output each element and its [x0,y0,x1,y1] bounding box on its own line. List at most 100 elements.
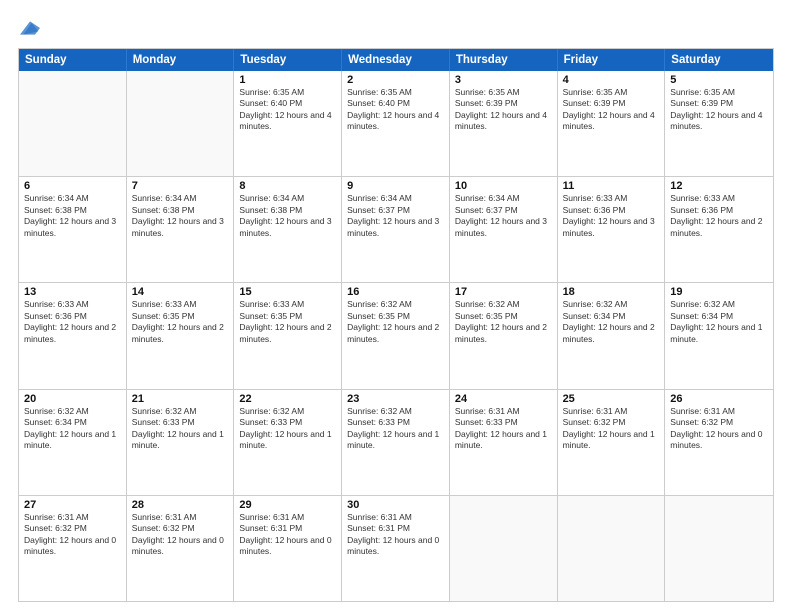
cal-cell-0-4: 3Sunrise: 6:35 AM Sunset: 6:39 PM Daylig… [450,71,558,176]
cal-header-friday: Friday [558,49,666,71]
day-number: 29 [239,499,336,511]
day-info: Sunrise: 6:34 AM Sunset: 6:38 PM Dayligh… [24,193,121,239]
day-number: 18 [563,286,660,298]
day-info: Sunrise: 6:31 AM Sunset: 6:31 PM Dayligh… [347,512,444,558]
cal-header-wednesday: Wednesday [342,49,450,71]
day-number: 30 [347,499,444,511]
day-info: Sunrise: 6:33 AM Sunset: 6:36 PM Dayligh… [24,299,121,345]
day-number: 7 [132,180,229,192]
day-info: Sunrise: 6:33 AM Sunset: 6:36 PM Dayligh… [563,193,660,239]
day-number: 15 [239,286,336,298]
header [18,18,774,38]
cal-cell-3-5: 25Sunrise: 6:31 AM Sunset: 6:32 PM Dayli… [558,390,666,495]
cal-cell-0-1 [127,71,235,176]
cal-cell-4-0: 27Sunrise: 6:31 AM Sunset: 6:32 PM Dayli… [19,496,127,601]
cal-cell-1-5: 11Sunrise: 6:33 AM Sunset: 6:36 PM Dayli… [558,177,666,282]
cal-cell-3-0: 20Sunrise: 6:32 AM Sunset: 6:34 PM Dayli… [19,390,127,495]
cal-cell-2-5: 18Sunrise: 6:32 AM Sunset: 6:34 PM Dayli… [558,283,666,388]
day-number: 12 [670,180,768,192]
cal-row-1: 6Sunrise: 6:34 AM Sunset: 6:38 PM Daylig… [19,176,773,282]
day-number: 6 [24,180,121,192]
day-number: 9 [347,180,444,192]
cal-cell-2-0: 13Sunrise: 6:33 AM Sunset: 6:36 PM Dayli… [19,283,127,388]
cal-cell-2-3: 16Sunrise: 6:32 AM Sunset: 6:35 PM Dayli… [342,283,450,388]
day-number: 17 [455,286,552,298]
cal-header-thursday: Thursday [450,49,558,71]
cal-cell-4-6 [665,496,773,601]
cal-cell-0-0 [19,71,127,176]
day-info: Sunrise: 6:35 AM Sunset: 6:39 PM Dayligh… [563,87,660,133]
logo-icon [20,18,40,38]
cal-row-4: 27 Sunrise: 6:31 AM Sunset: 6:32 PM Dayli… [19,495,773,601]
cal-cell-0-2: 1Sunrise: 6:35 AM Sunset: 6:40 PM Daylig… [234,71,342,176]
cal-cell-4-4 [450,496,558,601]
logo [18,18,40,38]
day-number: 23 [347,393,444,405]
day-info: Sunrise: 6:35 AM Sunset: 6:39 PM Dayligh… [455,87,552,133]
day-number: 14 [132,286,229,298]
day-number: 20 [24,393,121,405]
day-number: 11 [563,180,660,192]
day-info: Sunrise: 6:32 AM Sunset: 6:35 PM Dayligh… [455,299,552,345]
day-info: Sunrise: 6:34 AM Sunset: 6:38 PM Dayligh… [132,193,229,239]
cal-header-sunday: Sunday [19,49,127,71]
day-info: Sunrise: 6:32 AM Sunset: 6:33 PM Dayligh… [239,406,336,452]
day-info: Sunrise: 6:31 AM Sunset: 6:32 PM Dayligh… [670,406,768,452]
cal-row-0: 1Sunrise: 6:35 AM Sunset: 6:40 PM Daylig… [19,71,773,176]
day-info: Sunrise: 6:33 AM Sunset: 6:35 PM Dayligh… [239,299,336,345]
day-info: Sunrise: 6:33 AM Sunset: 6:35 PM Dayligh… [132,299,229,345]
day-number: 5 [670,74,768,86]
cal-cell-3-6: 26Sunrise: 6:31 AM Sunset: 6:32 PM Dayli… [665,390,773,495]
cal-cell-0-5: 4Sunrise: 6:35 AM Sunset: 6:39 PM Daylig… [558,71,666,176]
day-number: 28 [132,499,229,511]
day-info: Sunrise: 6:35 AM Sunset: 6:40 PM Dayligh… [347,87,444,133]
day-number: 22 [239,393,336,405]
cal-cell-1-2: 8Sunrise: 6:34 AM Sunset: 6:38 PM Daylig… [234,177,342,282]
day-number: 10 [455,180,552,192]
cal-cell-1-0: 6Sunrise: 6:34 AM Sunset: 6:38 PM Daylig… [19,177,127,282]
cal-cell-4-2: 29Sunrise: 6:31 AM Sunset: 6:31 PM Dayli… [234,496,342,601]
cal-cell-3-3: 23Sunrise: 6:32 AM Sunset: 6:33 PM Dayli… [342,390,450,495]
cal-row-2: 13Sunrise: 6:33 AM Sunset: 6:36 PM Dayli… [19,282,773,388]
calendar: SundayMondayTuesdayWednesdayThursdayFrid… [18,48,774,602]
cal-cell-2-6: 19Sunrise: 6:32 AM Sunset: 6:34 PM Dayli… [665,283,773,388]
cal-cell-2-1: 14Sunrise: 6:33 AM Sunset: 6:35 PM Dayli… [127,283,235,388]
cal-cell-2-4: 17Sunrise: 6:32 AM Sunset: 6:35 PM Dayli… [450,283,558,388]
cal-cell-4-3: 30Sunrise: 6:31 AM Sunset: 6:31 PM Dayli… [342,496,450,601]
cal-cell-3-1: 21Sunrise: 6:32 AM Sunset: 6:33 PM Dayli… [127,390,235,495]
day-number: 25 [563,393,660,405]
day-number: 4 [563,74,660,86]
day-number: 19 [670,286,768,298]
cal-cell-0-3: 2Sunrise: 6:35 AM Sunset: 6:40 PM Daylig… [342,71,450,176]
cal-cell-1-1: 7Sunrise: 6:34 AM Sunset: 6:38 PM Daylig… [127,177,235,282]
cal-cell-0-6: 5Sunrise: 6:35 AM Sunset: 6:39 PM Daylig… [665,71,773,176]
cal-cell-3-2: 22Sunrise: 6:32 AM Sunset: 6:33 PM Dayli… [234,390,342,495]
day-number: 8 [239,180,336,192]
day-number: 26 [670,393,768,405]
day-info: Sunrise: 6:31 AM Sunset: 6:32 PM Dayligh… [132,512,229,558]
day-info: Sunrise: 6:31 AM Sunset: 6:31 PM Dayligh… [239,512,336,558]
day-info: Sunrise: 6:34 AM Sunset: 6:37 PM Dayligh… [347,193,444,239]
day-number: 27 [24,499,121,511]
cal-header-saturday: Saturday [665,49,773,71]
cal-row-3: 20Sunrise: 6:32 AM Sunset: 6:34 PM Dayli… [19,389,773,495]
cal-header-monday: Monday [127,49,235,71]
day-info: Sunrise: 6:32 AM Sunset: 6:34 PM Dayligh… [563,299,660,345]
day-info: Sunrise: 6:31 AM Sunset: 6:32 PM Dayligh… [563,406,660,452]
cal-cell-4-1: 28Sunrise: 6:31 AM Sunset: 6:32 PM Dayli… [127,496,235,601]
day-info: Sunrise: 6:32 AM Sunset: 6:33 PM Dayligh… [132,406,229,452]
cal-cell-1-6: 12Sunrise: 6:33 AM Sunset: 6:36 PM Dayli… [665,177,773,282]
day-info: Sunrise: 6:35 AM Sunset: 6:40 PM Dayligh… [239,87,336,133]
cal-cell-4-5 [558,496,666,601]
day-number: 1 [239,74,336,86]
day-info: Sunrise: 6:32 AM Sunset: 6:33 PM Dayligh… [347,406,444,452]
day-info: Sunrise: 6:33 AM Sunset: 6:36 PM Dayligh… [670,193,768,239]
day-number: 16 [347,286,444,298]
day-info: Sunrise: 6:31 AM Sunset: 6:33 PM Dayligh… [455,406,552,452]
day-info: Sunrise: 6:32 AM Sunset: 6:34 PM Dayligh… [24,406,121,452]
cal-cell-1-4: 10Sunrise: 6:34 AM Sunset: 6:37 PM Dayli… [450,177,558,282]
day-info: Sunrise: 6:32 AM Sunset: 6:34 PM Dayligh… [670,299,768,345]
day-info: Sunrise: 6:32 AM Sunset: 6:35 PM Dayligh… [347,299,444,345]
cal-header-tuesday: Tuesday [234,49,342,71]
cal-cell-1-3: 9Sunrise: 6:34 AM Sunset: 6:37 PM Daylig… [342,177,450,282]
